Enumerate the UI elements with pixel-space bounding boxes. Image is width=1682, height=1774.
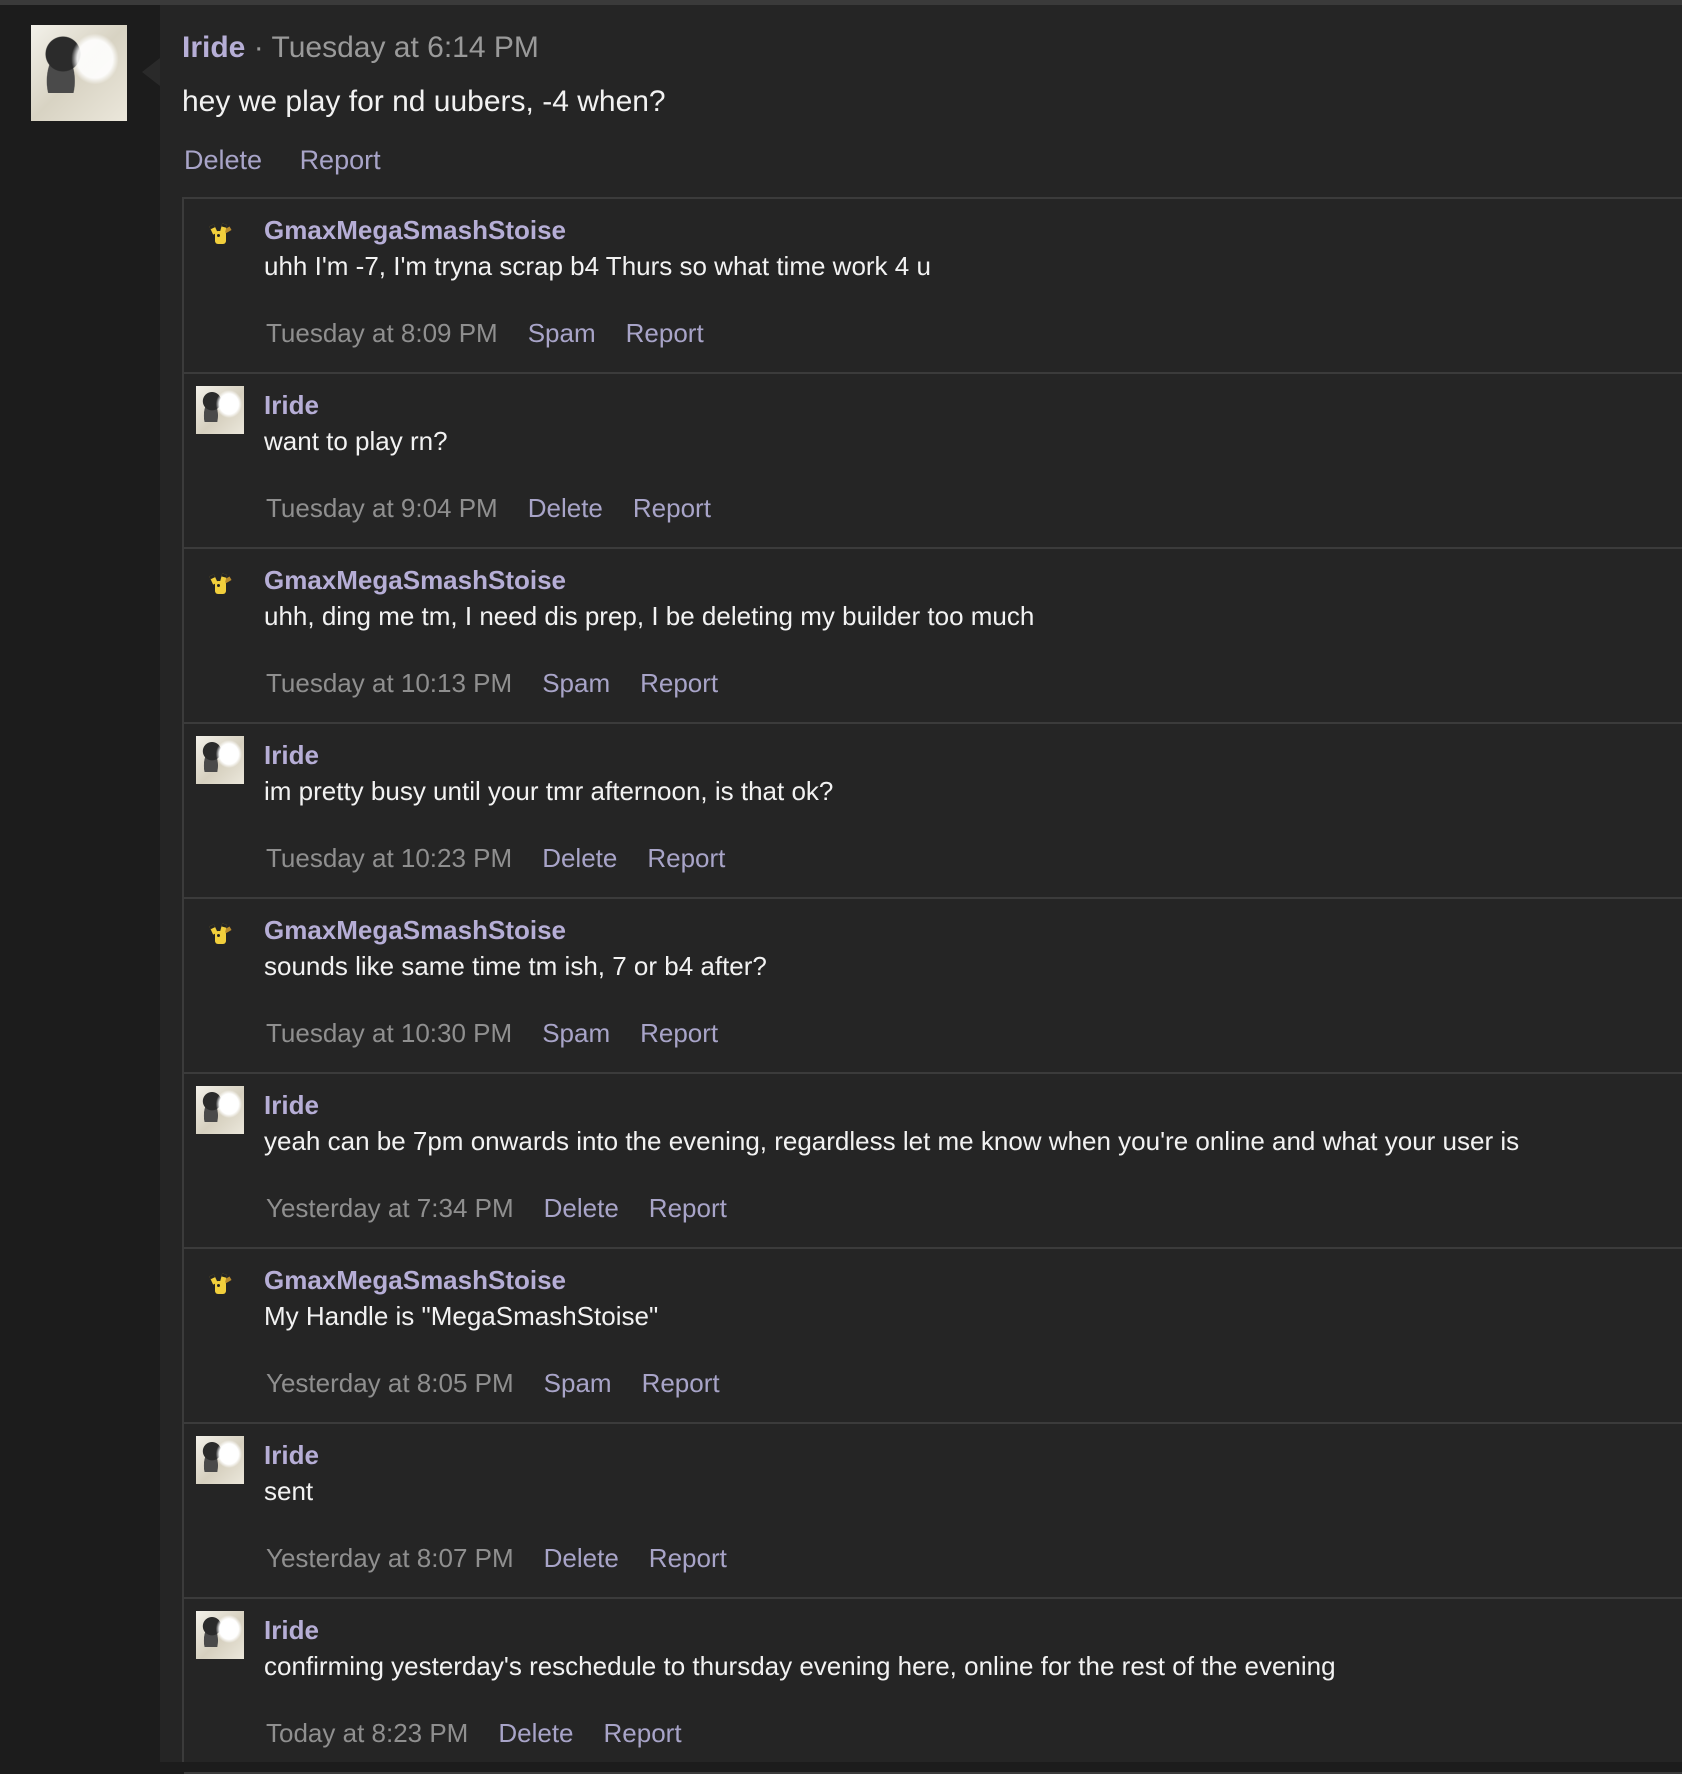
spam-button[interactable]: Spam	[542, 668, 610, 698]
reply-avatar[interactable]	[196, 1086, 244, 1134]
avatar-smoke	[67, 29, 123, 89]
report-button[interactable]: Report	[633, 493, 711, 523]
reply-message: sent	[264, 1476, 314, 1506]
reply-author[interactable]: GmaxMegaSmashStoise	[264, 214, 566, 246]
reply-timestamp[interactable]: Tuesday at 10:30 PM	[266, 1018, 512, 1048]
delete-button[interactable]: Delete	[498, 1718, 573, 1748]
reply-avatar[interactable]	[196, 1436, 244, 1484]
report-button[interactable]: Report	[640, 668, 718, 698]
author-avatar[interactable]	[31, 25, 127, 121]
reply-timestamp[interactable]: Tuesday at 9:04 PM	[266, 493, 498, 523]
reply-item: Iride confirming yesterday's reschedule t…	[184, 1599, 1682, 1774]
reply-timestamp[interactable]: Yesterday at 7:34 PM	[266, 1193, 514, 1223]
spam-button[interactable]: Spam	[544, 1368, 612, 1398]
reply-list: GmaxMegaSmashStoise uhh I'm -7, I'm tryna…	[182, 197, 1682, 1774]
pikachu-sprite-icon[interactable]	[196, 561, 244, 609]
reply-message: want to play rn?	[264, 426, 448, 456]
reply-message: confirming yesterday's reschedule to thu…	[264, 1651, 1336, 1681]
reply-meta: Tuesday at 10:30 PM Spam Report	[266, 1017, 748, 1049]
thread-actions: Delete Report	[184, 143, 411, 177]
reply-author[interactable]: Iride	[264, 739, 319, 771]
reply-item: Iride want to play rn? Tuesday at 9:04 PM D…	[184, 374, 1682, 549]
reply-author[interactable]: Iride	[264, 389, 319, 421]
reply-timestamp[interactable]: Yesterday at 8:05 PM	[266, 1368, 514, 1398]
reply-avatar[interactable]	[196, 1611, 244, 1659]
header-separator: ·	[253, 31, 264, 64]
report-button[interactable]: Report	[649, 1543, 727, 1573]
report-button[interactable]: Report	[640, 1018, 718, 1048]
reply-timestamp[interactable]: Tuesday at 10:23 PM	[266, 843, 512, 873]
reply-meta: Tuesday at 10:23 PM Delete Report	[266, 842, 755, 874]
thread-message: hey we play for nd uubers, -4 when?	[182, 85, 666, 118]
reply-message: uhh, ding me tm, I need dis prep, I be d…	[264, 601, 1035, 631]
reply-message: My Handle is "MegaSmashStoise"	[264, 1301, 659, 1331]
reply-author[interactable]: Iride	[264, 1089, 319, 1121]
reply-message: im pretty busy until your tmr afternoon,…	[264, 776, 834, 806]
reply-author[interactable]: GmaxMegaSmashStoise	[264, 914, 566, 946]
report-button[interactable]: Report	[642, 1368, 720, 1398]
reply-meta: Yesterday at 8:05 PM Spam Report	[266, 1367, 750, 1399]
report-button[interactable]: Report	[300, 145, 381, 175]
delete-button[interactable]: Delete	[544, 1193, 619, 1223]
reply-avatar[interactable]	[196, 386, 244, 434]
reply-meta: Today at 8:23 PM Delete Report	[266, 1717, 712, 1749]
reply-author[interactable]: Iride	[264, 1614, 319, 1646]
reply-meta: Tuesday at 9:04 PM Delete Report	[266, 492, 741, 524]
reply-author[interactable]: GmaxMegaSmashStoise	[264, 1264, 566, 1296]
bubble-pointer	[142, 58, 160, 86]
reply-item: Iride im pretty busy until your tmr after…	[184, 724, 1682, 899]
reply-timestamp[interactable]: Tuesday at 8:09 PM	[266, 318, 498, 348]
delete-button[interactable]: Delete	[542, 843, 617, 873]
reply-timestamp[interactable]: Tuesday at 10:13 PM	[266, 668, 512, 698]
delete-button[interactable]: Delete	[544, 1543, 619, 1573]
spam-button[interactable]: Spam	[542, 1018, 610, 1048]
thread-header: Iride · Tuesday at 6:14 PM	[182, 30, 539, 66]
reply-timestamp[interactable]: Today at 8:23 PM	[266, 1718, 468, 1748]
report-button[interactable]: Report	[604, 1718, 682, 1748]
reply-meta: Yesterday at 7:34 PM Delete Report	[266, 1192, 757, 1224]
reply-item: Iride yeah can be 7pm onwards into the ev…	[184, 1074, 1682, 1249]
reply-avatar[interactable]	[196, 736, 244, 784]
delete-button[interactable]: Delete	[184, 145, 262, 175]
reply-item: GmaxMegaSmashStoise uhh, ding me tm, I ne…	[184, 549, 1682, 724]
reply-item: GmaxMegaSmashStoise My Handle is "MegaSma…	[184, 1249, 1682, 1424]
left-gutter	[0, 5, 160, 1762]
report-button[interactable]: Report	[649, 1193, 727, 1223]
reply-meta: Tuesday at 8:09 PM Spam Report	[266, 317, 734, 349]
reply-message: uhh I'm -7, I'm tryna scrap b4 Thurs so …	[264, 251, 931, 281]
pikachu-sprite-icon[interactable]	[196, 1261, 244, 1309]
report-button[interactable]: Report	[647, 843, 725, 873]
reply-message: sounds like same time tm ish, 7 or b4 af…	[264, 951, 767, 981]
spam-button[interactable]: Spam	[528, 318, 596, 348]
report-button[interactable]: Report	[626, 318, 704, 348]
reply-author[interactable]: GmaxMegaSmashStoise	[264, 564, 566, 596]
reply-message: yeah can be 7pm onwards into the evening…	[264, 1126, 1520, 1156]
reply-item: Iride sent Yesterday at 8:07 PM Delete Repor…	[184, 1424, 1682, 1599]
pikachu-sprite-icon[interactable]	[196, 211, 244, 259]
thread-author[interactable]: Iride	[182, 31, 245, 64]
reply-item: GmaxMegaSmashStoise sounds like same time…	[184, 899, 1682, 1074]
reply-timestamp[interactable]: Yesterday at 8:07 PM	[266, 1543, 514, 1573]
delete-button[interactable]: Delete	[528, 493, 603, 523]
reply-meta: Yesterday at 8:07 PM Delete Report	[266, 1542, 757, 1574]
pikachu-sprite-icon[interactable]	[196, 911, 244, 959]
reply-meta: Tuesday at 10:13 PM Spam Report	[266, 667, 748, 699]
thread-timestamp[interactable]: Tuesday at 6:14 PM	[272, 31, 539, 64]
reply-item: GmaxMegaSmashStoise uhh I'm -7, I'm tryna…	[184, 199, 1682, 374]
reply-author[interactable]: Iride	[264, 1439, 319, 1471]
